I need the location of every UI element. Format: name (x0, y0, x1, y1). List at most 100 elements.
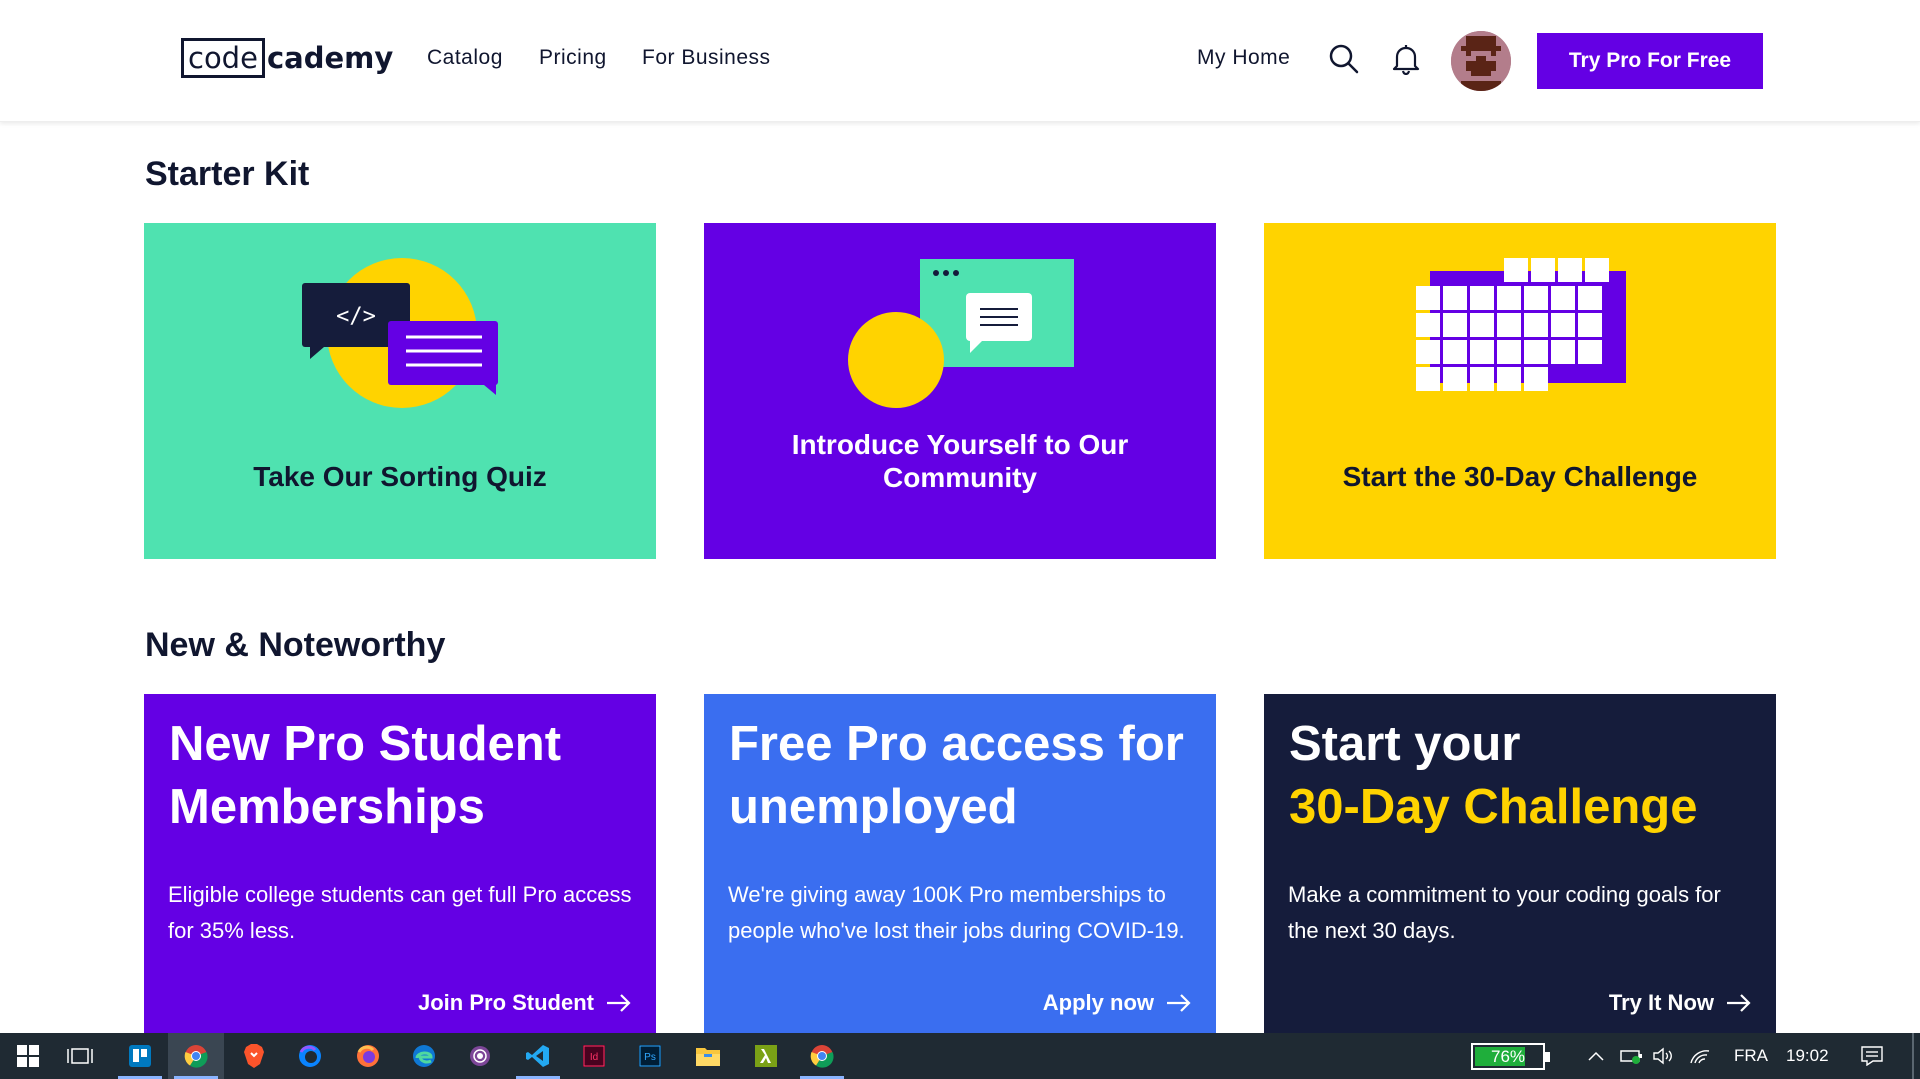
volume-button[interactable] (1650, 1033, 1678, 1079)
chrome-icon (810, 1045, 834, 1068)
battery-cap (1545, 1052, 1550, 1062)
try-it-now-label: Try It Now (1608, 990, 1714, 1015)
join-pro-student-label: Join Pro Student (418, 990, 594, 1015)
starter-kit-heading: Starter Kit (145, 155, 310, 193)
firefox-developer-icon (299, 1045, 321, 1067)
taskbar-vscode[interactable] (510, 1033, 566, 1079)
taskbar-file-explorer[interactable] (680, 1033, 736, 1079)
challenge-title-line1: Start your (1289, 717, 1521, 771)
pro-student-title: New Pro Student Memberships (169, 713, 636, 839)
pro-student-title-line2: Memberships (169, 780, 485, 834)
join-pro-student-link[interactable]: Join Pro Student (418, 990, 632, 1016)
taskbar-lambda-app[interactable] (738, 1033, 794, 1079)
taskbar-photoshop[interactable]: Ps (622, 1033, 678, 1079)
task-view-button[interactable] (52, 1033, 108, 1079)
code-tag-glyph: </> (336, 304, 376, 329)
bell-icon (1392, 45, 1420, 75)
folder-icon (696, 1048, 720, 1066)
battery-indicator[interactable]: 76% (1471, 1043, 1550, 1070)
unemployed-title-line1: Free Pro access for (729, 717, 1184, 771)
notification-center-icon (1861, 1046, 1883, 1066)
clock-time[interactable]: 19:02 (1786, 1046, 1829, 1066)
chevron-up-icon (1588, 1051, 1604, 1061)
taskbar-indesign[interactable]: Id (566, 1033, 622, 1079)
new-noteworthy-heading: New & Noteworthy (145, 626, 446, 664)
introduce-yourself-card[interactable]: Introduce Yourself to Our Community (704, 223, 1216, 559)
arrow-right-icon (607, 994, 631, 1012)
taskbar-firefox[interactable] (340, 1033, 396, 1079)
search-button[interactable] (1325, 40, 1363, 78)
unemployed-body: We're giving away 100K Pro memberships t… (728, 882, 1185, 943)
community-chat-illustration (848, 259, 1074, 408)
unemployed-title-line2: unemployed (729, 780, 1018, 834)
codecademy-logo[interactable]: code cademy (181, 38, 393, 78)
power-tray-button[interactable] (1618, 1033, 1646, 1079)
chat-bubbles-illustration: </> (302, 258, 498, 408)
speaker-icon (1653, 1047, 1672, 1065)
windows-start-button[interactable] (0, 1033, 56, 1079)
nav-pricing[interactable]: Pricing (539, 46, 607, 70)
power-plug-icon (1620, 1050, 1642, 1064)
user-avatar[interactable] (1451, 31, 1511, 91)
wifi-icon (1690, 1050, 1710, 1064)
battery-percent: 76% (1490, 1047, 1526, 1066)
taskbar-firefox-developer[interactable] (282, 1033, 338, 1079)
challenge-title-line2: 30-Day Challenge (1289, 780, 1698, 834)
indesign-icon: Id (583, 1045, 605, 1067)
pro-student-title-line1: New Pro Student (169, 717, 562, 771)
svg-text:Ps: Ps (644, 1052, 656, 1063)
sorting-quiz-card[interactable]: </> Take Our Sorting Quiz (144, 223, 656, 559)
arrow-right-icon (1167, 994, 1191, 1012)
sorting-quiz-label: Take Our Sorting Quiz (253, 461, 547, 492)
input-language[interactable]: FRA (1734, 1046, 1768, 1066)
taskbar-chrome-2[interactable] (794, 1033, 850, 1079)
windows-taskbar: Id Ps 76% FRA 19:02 (0, 1033, 1920, 1079)
wifi-button[interactable] (1686, 1033, 1714, 1079)
taskbar-chrome[interactable] (168, 1033, 224, 1079)
try-pro-button[interactable]: Try Pro For Free (1537, 33, 1763, 89)
vscode-icon (526, 1045, 549, 1067)
edge-icon (413, 1045, 435, 1067)
taskbar-tor-browser[interactable] (452, 1033, 508, 1079)
brave-icon (244, 1044, 264, 1068)
lambda-icon (755, 1045, 777, 1067)
challenge-title: Start your 30-Day Challenge (1289, 713, 1756, 839)
pixel-avatar-icon (1451, 31, 1511, 91)
svg-text:Id: Id (590, 1052, 598, 1063)
chrome-icon (184, 1045, 208, 1068)
thirty-day-challenge-label: Start the 30-Day Challenge (1342, 461, 1698, 492)
unemployed-access-card[interactable]: Free Pro access for unemployed We're giv… (704, 694, 1216, 1034)
logo-code-box: code (181, 38, 265, 78)
pro-student-card[interactable]: New Pro Student Memberships Eligible col… (144, 694, 656, 1034)
pro-student-body: Eligible college students can get full P… (168, 882, 632, 943)
photoshop-icon: Ps (639, 1045, 661, 1067)
task-view-icon (67, 1048, 93, 1064)
taskbar-trello[interactable] (112, 1033, 168, 1079)
nav-my-home[interactable]: My Home (1197, 46, 1290, 70)
thirty-day-challenge-card[interactable]: Start the 30-Day Challenge (1264, 223, 1776, 559)
notifications-button[interactable] (1387, 40, 1425, 78)
calendar-grid-illustration (1416, 258, 1626, 391)
challenge-body: Make a commitment to your coding goals f… (1288, 882, 1721, 943)
firefox-icon (357, 1045, 379, 1067)
search-icon (1329, 44, 1359, 74)
try-it-now-link[interactable]: Try It Now (1609, 990, 1752, 1016)
apply-now-label: Apply now (1042, 990, 1154, 1015)
taskbar-brave[interactable] (226, 1033, 282, 1079)
logo-text: cademy (266, 41, 394, 75)
unemployed-title: Free Pro access for unemployed (729, 713, 1196, 839)
windows-logo-icon (17, 1045, 39, 1067)
introduce-yourself-label: Introduce Yourself to Our Community (791, 429, 1129, 493)
action-center-button[interactable] (1854, 1033, 1890, 1079)
apply-now-link[interactable]: Apply now (1043, 990, 1192, 1016)
thirty-day-challenge-promo-card[interactable]: Start your 30-Day Challenge Make a commi… (1264, 694, 1776, 1034)
show-desktop-divider[interactable] (1912, 1033, 1914, 1079)
trello-icon (129, 1045, 151, 1067)
taskbar-edge[interactable] (396, 1033, 452, 1079)
nav-catalog[interactable]: Catalog (427, 46, 503, 70)
top-navbar: code cademy Catalog Pricing For Business … (0, 0, 1920, 122)
show-hidden-icons-button[interactable] (1586, 1033, 1606, 1079)
arrow-right-icon (1727, 994, 1751, 1012)
tor-icon (470, 1046, 490, 1066)
nav-for-business[interactable]: For Business (642, 46, 771, 70)
